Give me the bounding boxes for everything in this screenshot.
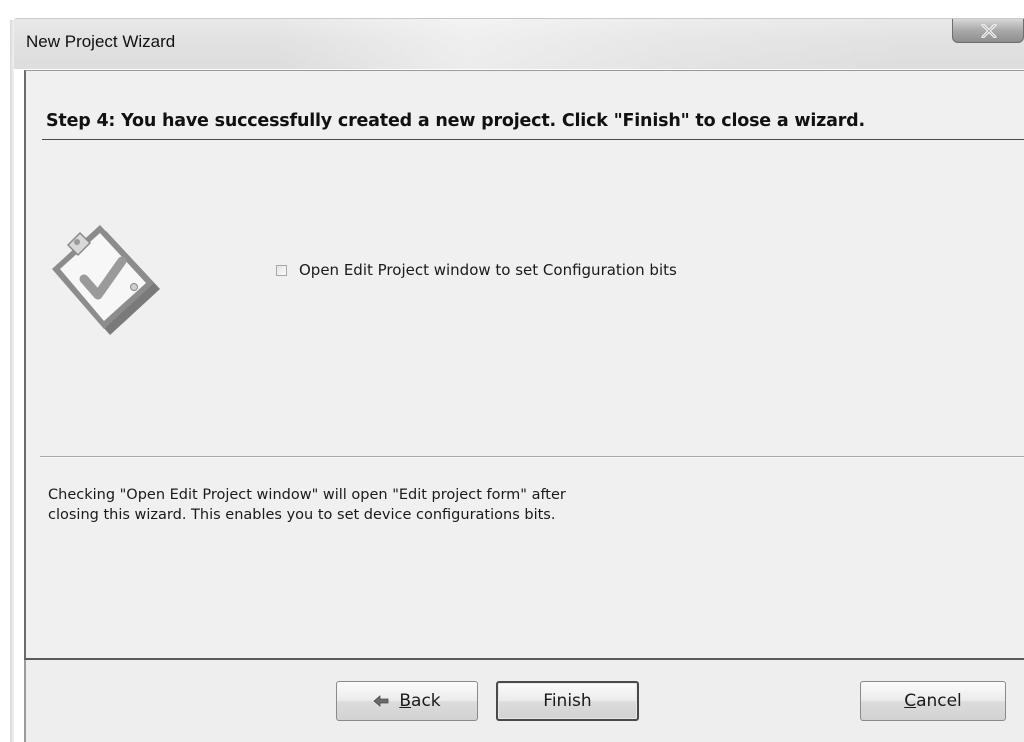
cancel-button-label: Cancel [904, 691, 962, 711]
new-project-wizard-window: New Project Wizard Step 4: You have succ… [0, 0, 1024, 742]
step-heading: Step 4: You have successfully created a … [46, 111, 865, 131]
help-text-line-1: Checking "Open Edit Project window" will… [48, 487, 566, 503]
window-title: New Project Wizard [26, 32, 176, 51]
finish-button[interactable]: Finish [496, 681, 639, 721]
help-text: Checking "Open Edit Project window" will… [48, 485, 566, 525]
content-separator [40, 456, 1024, 458]
cancel-button[interactable]: Cancel [860, 681, 1006, 721]
back-arrow-icon [373, 695, 389, 707]
back-accelerator: B [399, 691, 412, 711]
heading-divider [42, 139, 1024, 140]
back-button-label: Back [399, 691, 440, 711]
wizard-content-panel: Step 4: You have successfully created a … [24, 70, 1024, 660]
button-bar: Back Finish Cancel [24, 660, 1024, 742]
back-button[interactable]: Back [336, 681, 478, 721]
open-edit-project-label[interactable]: Open Edit Project window to set Configur… [299, 261, 677, 279]
title-bar[interactable]: New Project Wizard [14, 18, 1024, 69]
title-bar-sheen [274, 19, 914, 69]
cancel-label-rest: ancel [916, 691, 962, 711]
back-label-rest: ack [411, 691, 441, 711]
help-text-line-2: closing this wizard. This enables you to… [48, 507, 556, 523]
cancel-accelerator: C [904, 691, 917, 711]
window-frame-edge [10, 20, 14, 742]
close-icon [981, 24, 997, 38]
clipboard-check-icon [44, 221, 168, 337]
open-edit-project-checkbox[interactable] [276, 264, 287, 276]
open-edit-project-option[interactable]: Open Edit Project window to set Configur… [276, 261, 677, 279]
close-button[interactable] [952, 19, 1024, 43]
